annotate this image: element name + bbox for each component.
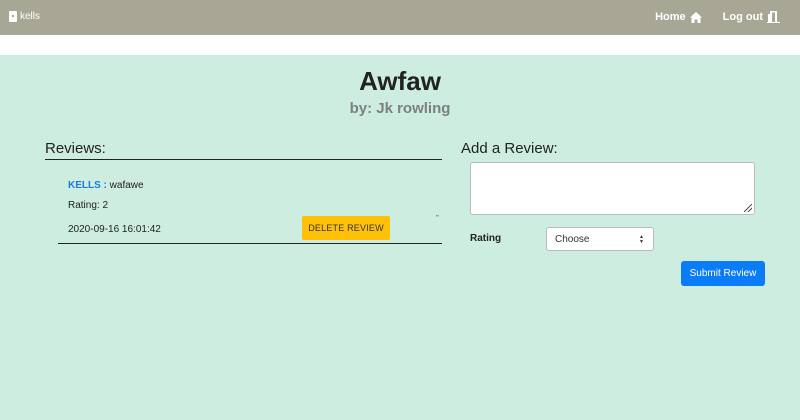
submit-review-button[interactable]: Submit Review xyxy=(681,261,765,286)
rating-selected-value: Choose xyxy=(555,233,590,245)
header-strip xyxy=(0,35,800,55)
brand-label: kells xyxy=(20,11,41,22)
add-review-heading: Add a Review: xyxy=(461,140,558,157)
review-author-line: KELLS : wafawe xyxy=(68,180,144,191)
review-date: 2020-09-16 16:01:42 xyxy=(68,224,161,235)
book-title: Awfaw xyxy=(359,66,441,96)
review-rating: Rating: 2 xyxy=(68,200,109,211)
book-icon xyxy=(9,11,17,22)
home-link[interactable]: Home xyxy=(655,11,702,23)
reviews-heading: Reviews: xyxy=(45,140,442,160)
delete-review-button[interactable]: DELETE REVIEW xyxy=(302,216,390,240)
quote-mark: ” xyxy=(436,214,439,223)
review-textarea[interactable] xyxy=(470,162,755,215)
home-icon xyxy=(689,11,702,23)
resize-grip-icon[interactable] xyxy=(744,204,752,212)
review-separator: : xyxy=(100,180,110,191)
brand-link[interactable]: kells xyxy=(9,11,40,22)
door-exit-icon xyxy=(767,11,780,23)
home-label: Home xyxy=(655,11,686,23)
logout-label: Log out xyxy=(722,11,763,23)
select-arrows-icon: ▲ ▼ xyxy=(639,234,644,245)
rating-select[interactable]: Choose ▲ ▼ xyxy=(546,227,654,251)
navbar: kells Home Log out xyxy=(0,0,800,35)
book-author: by: Jk rowling xyxy=(349,100,451,117)
rating-label: Rating xyxy=(470,233,502,244)
review-card: KELLS : wafawe Rating: 2 2020-09-16 16:0… xyxy=(58,170,442,244)
nav-links: Home Log out xyxy=(655,11,780,23)
review-author[interactable]: KELLS xyxy=(68,180,101,191)
logout-link[interactable]: Log out xyxy=(723,11,780,23)
review-text: wafawe xyxy=(109,180,144,191)
